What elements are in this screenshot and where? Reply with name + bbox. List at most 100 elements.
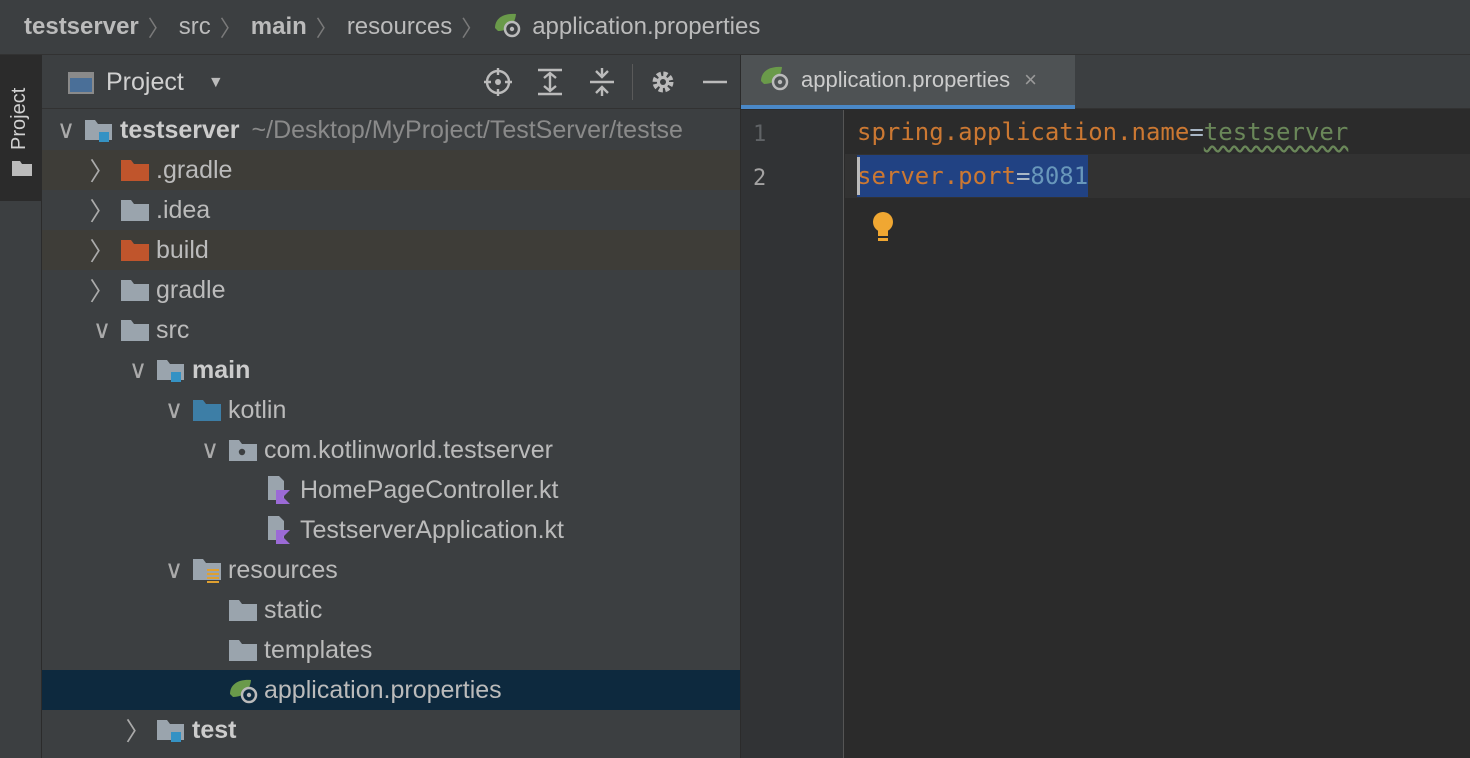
tree-item-label: test [192,715,237,744]
text-caret [857,157,860,195]
tree-item-label: kotlin [228,395,287,424]
tree-item-package[interactable]: ∨ com.kotlinworld.testserver [42,430,740,470]
tree-item-testserver[interactable]: ∨ testserver ~/Desktop/MyProject/TestSer… [42,110,740,150]
breadcrumb-item-testserver[interactable]: testserver [24,13,139,41]
tree-item-label: TestserverApplication.kt [300,515,565,544]
expand-all-icon[interactable] [524,55,576,109]
package-icon [228,437,264,463]
tree-item-resources[interactable]: ∨ resources [42,550,740,590]
tree-item-dot-idea[interactable]: 〉 .idea [42,190,740,230]
collapse-all-icon[interactable] [576,55,628,109]
tree-item-label: main [192,355,251,384]
folder-icon [228,637,264,663]
tree-item-kotlin[interactable]: ∨ kotlin [42,390,740,430]
code-line[interactable]: spring.application.name = testserver [845,110,1470,154]
editor-area: application.properties × 1 2 spring.appl… [741,55,1470,758]
module-folder-icon [84,116,120,144]
project-tool-tab[interactable]: Project [0,55,42,201]
project-tree: ∨ testserver ~/Desktop/MyProject/TestSer… [42,110,740,750]
tree-item-label: gradle [156,275,226,304]
excluded-folder-icon [120,157,156,183]
minimize-icon[interactable] [689,55,740,109]
tree-item-label: .idea [156,195,211,224]
tree-item-testserverapplication-kt[interactable]: 〉 TestserverApplication.kt [42,510,740,550]
chevron-right-icon[interactable]: 〉 [84,272,120,308]
tree-item-gradle[interactable]: 〉 gradle [42,270,740,310]
resources-folder-icon [192,556,228,584]
source-root-folder-icon [192,397,228,423]
tree-item-dot-gradle[interactable]: 〉 .gradle [42,150,740,190]
tree-item-test[interactable]: 〉 test [42,710,740,750]
tree-item-build[interactable]: 〉 build [42,230,740,270]
folder-icon [120,317,156,343]
chevron-right-icon[interactable]: 〉 [84,192,120,228]
project-panel-title: Project [106,68,184,96]
close-icon[interactable]: × [1024,67,1037,93]
tree-item-label: templates [264,635,373,664]
code-line-current[interactable]: server.port = 8081 [845,154,1470,198]
toolbar-divider [632,64,633,100]
code-editor[interactable]: spring.application.name = testserver serve… [845,110,1470,758]
locate-icon[interactable] [472,55,524,109]
property-equals: = [1015,162,1031,190]
chevron-down-icon[interactable]: ∨ [192,435,228,465]
project-panel: Project ▼ ∨ testserver ~/Desktop/MyProje… [42,55,741,758]
breadcrumb: testserver 〉 src 〉 main 〉 resources 〉 ap… [0,0,1470,55]
chevron-down-icon[interactable]: ∨ [156,395,192,425]
tree-item-homepagecontroller-kt[interactable]: 〉 HomePageController.kt [42,470,740,510]
tree-item-application-properties[interactable]: 〉 application.properties [42,670,740,710]
breadcrumb-separator: 〉 [219,16,242,41]
project-view-selector[interactable]: Project ▼ [68,68,224,97]
lightbulb-icon[interactable] [869,210,897,250]
tree-item-label: application.properties [264,675,502,704]
editor-tab-application-properties[interactable]: application.properties × [741,55,1075,109]
breadcrumb-item-resources[interactable]: resources [347,13,452,41]
folder-icon [120,277,156,303]
tool-window-strip: Project [0,55,42,758]
chevron-right-icon[interactable]: 〉 [84,152,120,188]
line-number-gutter: 1 2 [741,110,844,758]
breadcrumb-item-src[interactable]: src [179,13,211,41]
gear-icon[interactable] [637,55,689,109]
tree-item-label: .gradle [156,155,233,184]
project-tool-tab-label: Project [8,87,30,150]
tree-item-label: build [156,235,209,264]
chevron-right-icon[interactable]: 〉 [120,712,156,748]
property-value: testserver [1203,118,1349,146]
tree-item-path: ~/Desktop/MyProject/TestServer/testse [251,115,683,144]
tree-item-static[interactable]: 〉 static [42,590,740,630]
tree-item-label: com.kotlinworld.testserver [264,435,553,464]
breadcrumb-item-label: application.properties [532,13,761,40]
editor-tab-bar: application.properties × [741,55,1470,109]
chevron-down-icon[interactable]: ∨ [120,355,156,385]
spring-properties-icon [759,63,791,97]
line-number: 2 [753,166,767,191]
breadcrumb-item-application-properties[interactable]: application.properties [492,10,760,45]
chevron-down-icon[interactable]: ∨ [84,315,120,345]
kotlin-file-icon [264,514,300,546]
property-equals: = [1189,118,1204,146]
breadcrumb-separator: 〉 [461,16,484,41]
tree-item-label: resources [228,555,338,584]
kotlin-file-icon [264,474,300,506]
property-key: spring.application.name [857,118,1190,146]
property-value: 8081 [1030,162,1089,190]
tree-item-templates[interactable]: 〉 templates [42,630,740,670]
chevron-right-icon[interactable]: 〉 [84,232,120,268]
editor-tab-label: application.properties [801,67,1011,92]
breadcrumb-item-main[interactable]: main [251,13,307,41]
spring-properties-icon [492,10,524,45]
folder-icon [228,597,264,623]
breadcrumb-separator: 〉 [147,16,170,41]
chevron-down-icon[interactable]: ∨ [156,555,192,585]
line-number: 1 [753,122,767,147]
project-panel-header: Project ▼ [42,55,740,109]
tree-item-label: HomePageController.kt [300,475,559,504]
chevron-down-icon[interactable]: ∨ [48,115,84,145]
property-key: server.port [857,162,1016,190]
text-selection[interactable]: server.port = 8081 [857,155,1089,197]
tree-item-src[interactable]: ∨ src [42,310,740,350]
tree-item-main[interactable]: ∨ main [42,350,740,390]
chevron-down-icon: ▼ [207,73,224,91]
folder-icon [11,159,33,182]
